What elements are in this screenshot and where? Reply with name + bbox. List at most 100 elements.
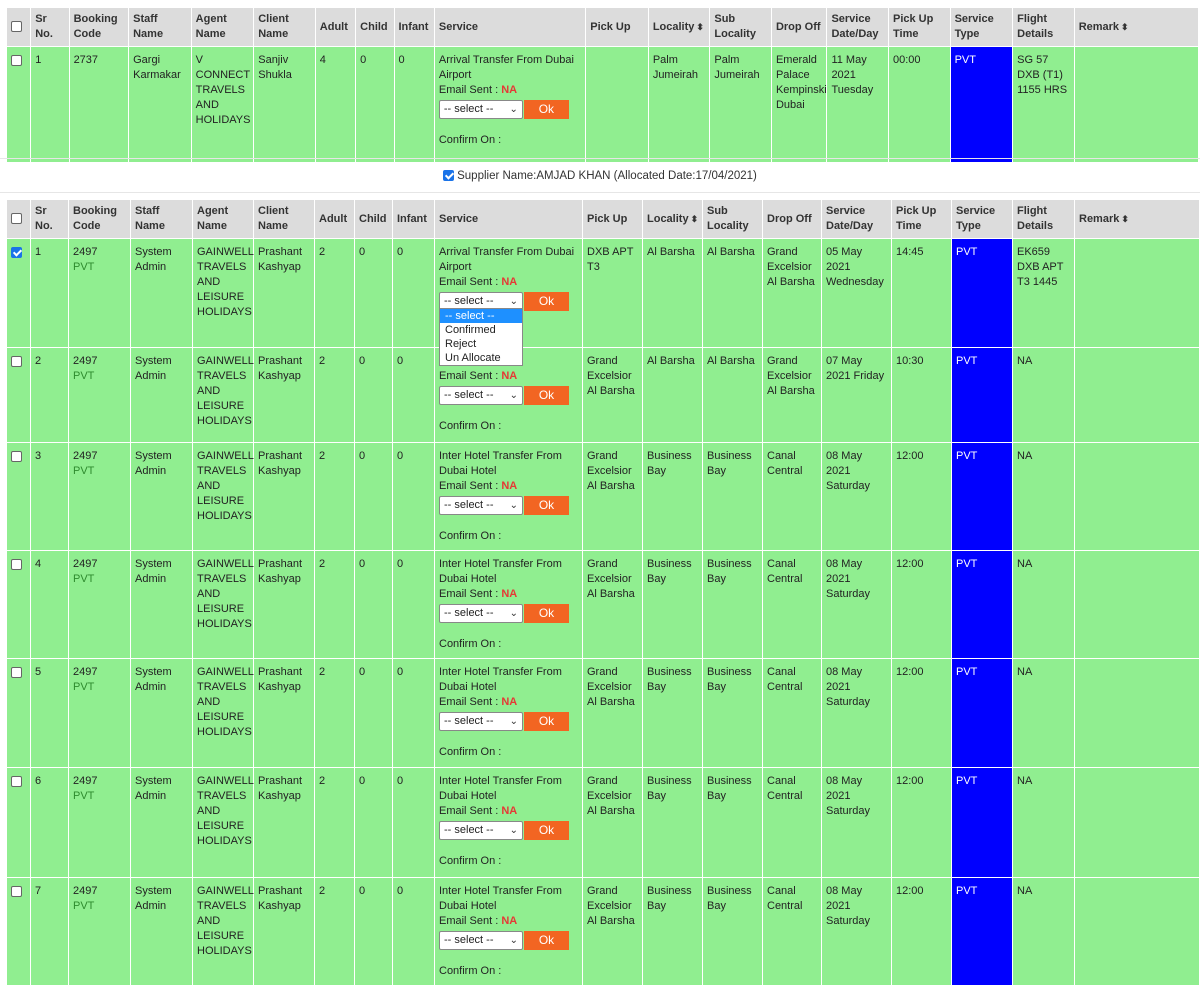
table-row: 6 2497 PVT System Admin GAINWELL TRAVELS AND… xyxy=(6,767,1200,878)
sort-icon[interactable]: ⬍ xyxy=(1121,22,1129,32)
table-row: 2 2497 PVT System Admin GAINWELL TRAVELS AND… xyxy=(6,347,1200,443)
booking-code-type: PVT xyxy=(73,573,95,585)
row-checkbox[interactable] xyxy=(11,450,22,462)
service-type-cell: PVT xyxy=(951,347,1013,443)
column-header: Booking Code xyxy=(68,199,131,239)
row-checkbox[interactable] xyxy=(11,558,22,570)
confirm-on-label: Confirm On : xyxy=(439,746,502,758)
ok-button[interactable]: Ok xyxy=(524,712,569,731)
row-select-cell xyxy=(6,877,31,986)
column-header-label: Booking Code xyxy=(73,205,117,232)
status-select[interactable]: -- select -- ⌄ xyxy=(439,821,523,840)
chevron-down-icon: ⌄ xyxy=(509,500,518,511)
confirm-on-label: Confirm On : xyxy=(439,638,502,650)
email-sent-status: Email Sent : NA xyxy=(439,83,581,98)
dropoff-cell: Canal Central xyxy=(762,877,822,986)
pickup-cell: Grand Excelsior Al Barsha xyxy=(582,877,643,986)
select-all-checkbox[interactable] xyxy=(11,21,22,33)
column-header: Flight Details xyxy=(1012,199,1075,239)
column-header: Child xyxy=(355,7,395,47)
ok-button[interactable]: Ok xyxy=(524,604,569,623)
row-checkbox[interactable] xyxy=(11,666,22,678)
agent-name-cell: GAINWELL TRAVELS AND LEISURE HOLIDAYS xyxy=(192,550,254,659)
row-select-cell xyxy=(6,550,31,659)
flight-details-cell: NA xyxy=(1012,658,1075,768)
service-cell: Inter Hotel Transfer From Dubai Hotel Ema… xyxy=(434,877,583,986)
email-sent-value: NA xyxy=(501,915,518,927)
sort-icon[interactable]: ⬍ xyxy=(691,214,699,224)
pickup-time-cell: 10:30 xyxy=(891,347,952,443)
column-header-label: Service xyxy=(439,212,479,225)
locality-cell: Al Barsha xyxy=(642,238,703,348)
supplier-checkbox[interactable] xyxy=(443,170,455,181)
row-checkbox[interactable] xyxy=(11,54,22,66)
booking-code-cell: 2497 PVT xyxy=(68,238,131,348)
column-header-label: Child xyxy=(360,20,388,33)
remark-cell xyxy=(1074,550,1200,659)
flight-details-cell: NA xyxy=(1012,347,1075,443)
ok-button[interactable]: Ok xyxy=(523,100,569,119)
email-sent-status: Email Sent : NA xyxy=(439,695,578,710)
pickup-cell: DXB APT T3 xyxy=(582,238,643,348)
column-header-label: Flight Details xyxy=(1017,205,1054,232)
status-select[interactable]: -- select -- ⌄ xyxy=(439,604,523,623)
status-select[interactable]: -- select -- ⌄ xyxy=(438,100,523,119)
pickup-time-cell: 12:00 xyxy=(891,442,952,551)
status-select[interactable]: -- select -- ⌄ xyxy=(439,712,523,731)
email-sent-status: Email Sent : NA xyxy=(439,804,578,819)
booking-code-cell: 2497 PVT xyxy=(68,442,131,551)
table-header-row: Sr No. Booking Code Staff Name Agent Name Cl… xyxy=(5,7,1200,47)
row-checkbox[interactable] xyxy=(11,775,22,787)
dropdown-option[interactable]: Confirmed xyxy=(440,323,522,337)
row-checkbox[interactable] xyxy=(11,885,22,897)
column-header-label: Service Date/Day xyxy=(831,13,879,40)
dropdown-option[interactable]: Reject xyxy=(440,337,522,351)
ok-button[interactable]: Ok xyxy=(524,496,569,515)
column-header: Locality ⬍ xyxy=(642,199,703,239)
child-cell: 0 xyxy=(354,442,393,551)
select-all-checkbox[interactable] xyxy=(11,213,22,225)
booking-code: 2497 xyxy=(73,355,98,367)
sr-no-cell: 1 xyxy=(30,46,70,163)
row-select-cell xyxy=(6,767,31,878)
row-select-cell xyxy=(6,347,31,443)
column-header: Infant xyxy=(392,199,435,239)
pickup-time-cell: 14:45 xyxy=(891,238,952,348)
column-header-label: Drop Off xyxy=(775,20,821,33)
column-header-label: Adult xyxy=(319,212,348,225)
pickup-cell: Grand Excelsior Al Barsha xyxy=(582,658,643,768)
remark-cell xyxy=(1074,877,1200,986)
row-checkbox[interactable] xyxy=(11,355,22,367)
service-type-cell: PVT xyxy=(951,550,1013,659)
column-header: Sub Locality xyxy=(709,7,772,47)
infant-cell: 0 xyxy=(392,877,435,986)
ok-button[interactable]: Ok xyxy=(524,931,569,950)
confirm-on-label: Confirm On : xyxy=(439,420,502,432)
status-action-controls: -- select -- ⌄ Ok xyxy=(439,931,578,950)
sub-locality-cell: Business Bay xyxy=(702,877,763,986)
status-select[interactable]: -- select -- ⌄ xyxy=(439,386,523,405)
sub-locality-cell: Business Bay xyxy=(702,658,763,768)
row-checkbox[interactable] xyxy=(11,246,22,258)
ok-button[interactable]: Ok xyxy=(524,386,569,405)
service-name: Inter Hotel Transfer From Dubai Hotel xyxy=(439,885,562,912)
sort-icon[interactable]: ⬍ xyxy=(1121,214,1129,224)
status-select[interactable]: -- select -- ⌄ xyxy=(439,496,523,515)
table-row: 7 2497 PVT System Admin GAINWELL TRAVELS AND… xyxy=(6,877,1200,986)
column-header-label: Pick Up xyxy=(590,20,631,33)
ok-button[interactable]: Ok xyxy=(524,821,569,840)
ok-button[interactable]: Ok xyxy=(524,292,569,311)
booking-code-type: PVT xyxy=(73,681,95,693)
dropdown-option[interactable]: Un Allocate xyxy=(440,351,522,365)
sort-icon[interactable]: ⬍ xyxy=(696,22,704,32)
email-sent-value: NA xyxy=(501,588,518,600)
column-header: Service Type xyxy=(951,199,1013,239)
confirm-on-label: Confirm On : xyxy=(439,965,502,977)
supplier-text: Supplier Name:AMJAD KHAN (Allocated Date… xyxy=(457,169,757,182)
column-header-label: Sr No. xyxy=(35,205,53,232)
status-select[interactable]: -- select -- ⌄ xyxy=(439,931,523,950)
dropdown-option[interactable]: -- select -- xyxy=(440,309,522,323)
confirm-on-label: Confirm On : xyxy=(439,855,502,867)
column-header-label: Pick Up Time xyxy=(896,205,937,232)
client-name-cell: Prashant Kashyap xyxy=(253,767,315,878)
